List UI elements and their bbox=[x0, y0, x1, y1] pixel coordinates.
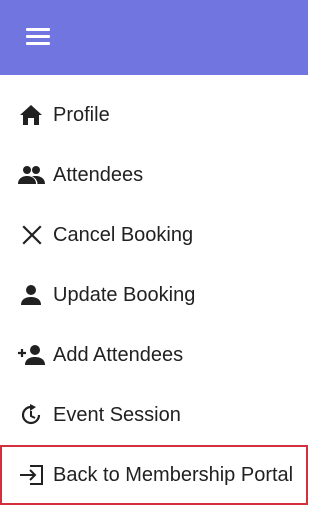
menu-item-label: Back to Membership Portal bbox=[53, 464, 294, 486]
menu-item-label: Update Booking bbox=[53, 284, 196, 306]
menu-item-label: Attendees bbox=[53, 164, 144, 186]
menu-item-attendees[interactable]: Attendees bbox=[0, 145, 308, 205]
home-icon bbox=[17, 103, 45, 127]
person-icon bbox=[17, 283, 45, 307]
menu-item-label: Event Session bbox=[53, 404, 181, 426]
hamburger-menu-icon[interactable] bbox=[25, 25, 51, 47]
person-add-icon bbox=[17, 343, 45, 367]
menu-item-label: Profile bbox=[53, 104, 110, 126]
menu-item-event-session[interactable]: Event Session bbox=[0, 385, 308, 445]
history-icon bbox=[17, 403, 45, 427]
top-app-bar bbox=[0, 0, 308, 75]
menu-item-back-to-membership-portal[interactable]: Back to Membership Portal bbox=[0, 445, 308, 505]
menu-item-profile[interactable]: Profile bbox=[0, 85, 308, 145]
people-icon bbox=[17, 163, 45, 187]
close-icon bbox=[17, 223, 45, 247]
menu-item-cancel-booking[interactable]: Cancel Booking bbox=[0, 205, 308, 265]
menu-item-add-attendees[interactable]: Add Attendees bbox=[0, 325, 308, 385]
login-icon bbox=[17, 463, 45, 487]
menu-item-label: Add Attendees bbox=[53, 344, 184, 366]
menu-item-update-booking[interactable]: Update Booking bbox=[0, 265, 308, 325]
menu-item-label: Cancel Booking bbox=[53, 224, 194, 246]
side-menu: Profile Attendees Cancel Booking Update … bbox=[0, 85, 308, 505]
